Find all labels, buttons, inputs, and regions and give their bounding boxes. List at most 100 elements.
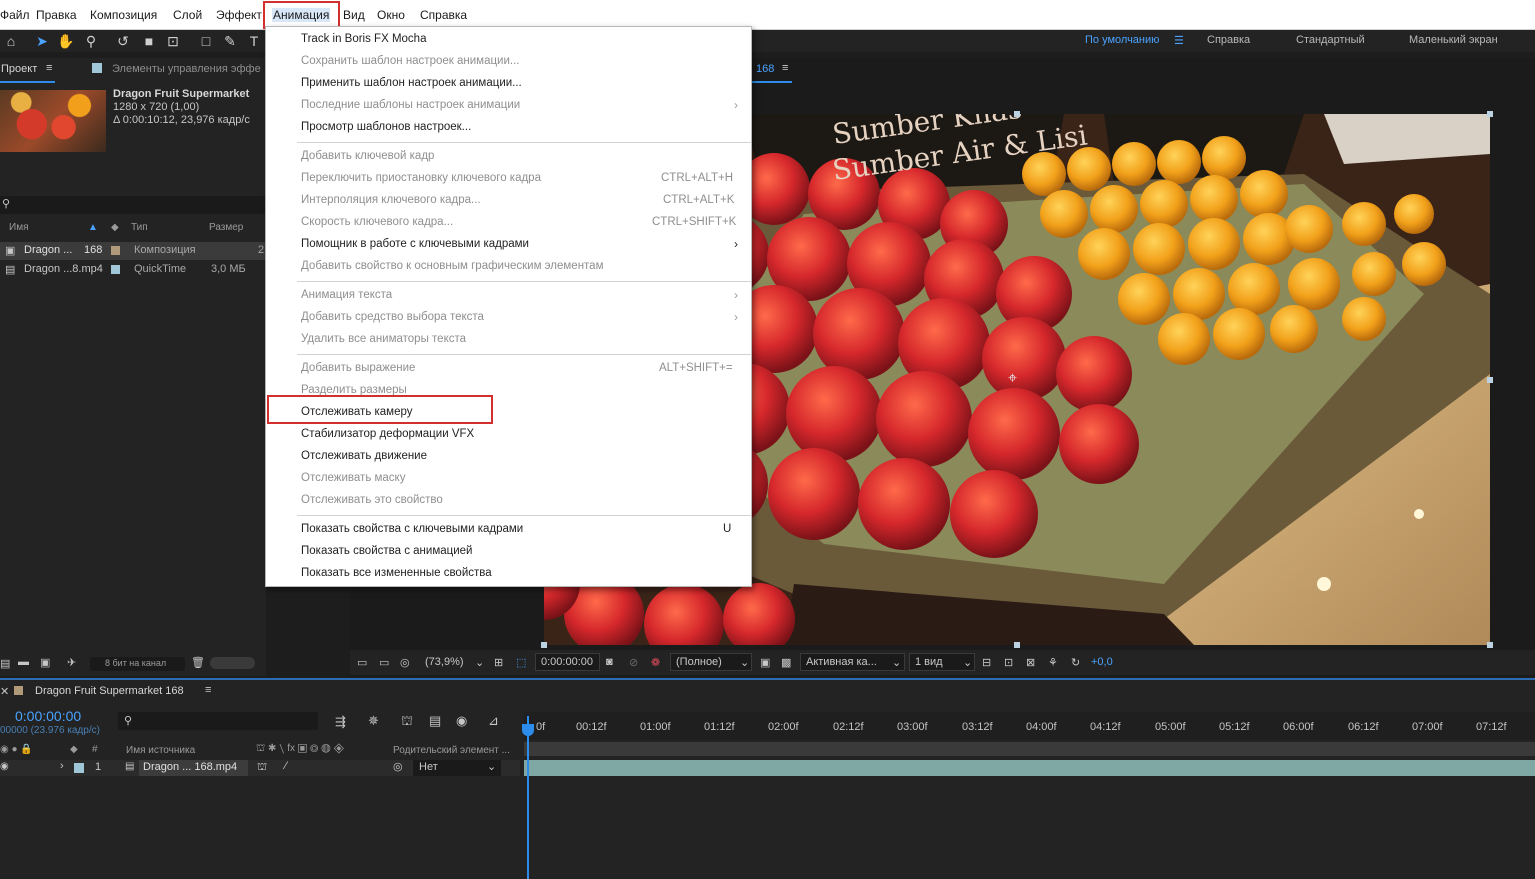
workspace-standard[interactable]: Стандартный — [1296, 34, 1365, 46]
layer-quality-icon[interactable]: ∕ — [285, 760, 287, 772]
trash-icon[interactable]: 🗑 — [191, 656, 205, 669]
motion-blur-icon[interactable]: ◉ — [456, 713, 467, 729]
workspace-menu-icon[interactable]: ☰ — [1174, 34, 1184, 47]
menu-item-track-mocha[interactable]: Track in Boris FX Mocha — [301, 33, 426, 45]
sort-arrow-icon[interactable]: ▲ — [88, 222, 98, 238]
menu-edit[interactable]: Правка — [36, 8, 77, 22]
always-preview-icon[interactable]: ▭ — [357, 656, 367, 669]
transform-handle-bottom[interactable] — [1014, 642, 1020, 648]
mask-visibility-icon[interactable]: ◎ — [400, 656, 410, 669]
menu-file[interactable]: Файл — [0, 8, 30, 22]
col-type[interactable]: Тип — [131, 222, 148, 238]
zoom-dropdown-icon[interactable]: ⌄ — [475, 656, 484, 669]
pan-behind-tool-icon[interactable]: ⊡ — [164, 32, 182, 50]
toggle-pixel-aspect-icon[interactable]: ⊟ — [982, 656, 991, 669]
menu-layer[interactable]: Слой — [173, 8, 202, 22]
new-folder-icon[interactable]: ▬ — [18, 656, 29, 668]
fast-preview-icon[interactable]: ▣ — [760, 656, 770, 669]
viewer-menu-icon[interactable]: ≡ — [782, 62, 788, 74]
flowchart-icon[interactable]: ✈ — [67, 656, 76, 669]
menu-item-add-text-selector[interactable]: Добавить средство выбора текста — [301, 311, 484, 323]
channel-icon[interactable]: ❁ — [651, 656, 660, 669]
project-search-input[interactable] — [0, 196, 266, 214]
zoom-tool-icon[interactable]: ⚲ — [82, 32, 100, 50]
col-size[interactable]: Размер — [209, 222, 243, 238]
menu-item-warp-stabilizer[interactable]: Стабилизатор деформации VFX — [301, 428, 474, 440]
transform-handle-top-right[interactable] — [1487, 111, 1493, 117]
menu-item-animate-text[interactable]: Анимация текста — [301, 289, 392, 301]
menu-help[interactable]: Справка — [420, 8, 467, 22]
comp-link-icon[interactable]: ⊠ — [1026, 656, 1035, 669]
menu-item-track-mask[interactable]: Отслеживать маску — [301, 472, 405, 484]
menu-item-remove-text-animators[interactable]: Удалить все аниматоры текста — [301, 333, 466, 345]
draft-3d-icon[interactable]: ✵ — [368, 713, 379, 729]
region-of-interest-icon[interactable]: ⬚ — [516, 656, 526, 669]
menu-item-apply-preset[interactable]: Применить шаблон настроек анимации... — [301, 77, 522, 89]
zoom-value[interactable]: (73,9%) — [425, 656, 464, 668]
menu-item-reveal-modified[interactable]: Показать все измененные свойства — [301, 567, 492, 579]
menu-view[interactable]: Вид — [343, 8, 365, 22]
row1-name[interactable]: Dragon ... — [24, 244, 72, 256]
row1-label-color[interactable] — [111, 246, 120, 255]
layer-label-color[interactable] — [74, 763, 84, 773]
menu-window[interactable]: Окно — [377, 8, 405, 22]
menu-effect[interactable]: Эффект — [216, 8, 262, 22]
rectangle-tool-icon[interactable]: □ — [197, 32, 215, 50]
playhead-handle[interactable] — [522, 724, 534, 736]
layer-visibility-icon[interactable]: ◉ — [0, 761, 9, 772]
menu-composition[interactable]: Композиция — [90, 8, 157, 22]
work-area-bar[interactable] — [524, 742, 1535, 756]
show-snapshot-icon[interactable]: ⊘ — [629, 656, 638, 669]
col-parent[interactable]: Родительский элемент ... — [393, 745, 510, 756]
grid-icon[interactable]: ⊞ — [494, 656, 503, 669]
layer-duration-bar[interactable] — [524, 760, 1535, 776]
pen-tool-icon[interactable]: ✎ — [221, 32, 239, 50]
workspace-help[interactable]: Справка — [1207, 34, 1250, 46]
menu-item-browse-presets[interactable]: Просмотр шаблонов настроек... — [301, 121, 471, 133]
timeline-menu-icon[interactable]: ≡ — [205, 684, 211, 696]
menu-item-keyframe-velocity[interactable]: Скорость ключевого кадра... — [301, 216, 453, 228]
col-name[interactable]: Имя — [9, 222, 28, 238]
timeline-current-time[interactable]: 0:00:00:00 — [15, 708, 81, 724]
exposure-value[interactable]: +0,0 — [1091, 656, 1113, 668]
layer-expand-icon[interactable]: › — [60, 760, 64, 772]
transform-handle-bottom-left[interactable] — [541, 642, 547, 648]
monitor-icon[interactable]: ▭ — [379, 656, 389, 669]
transform-handle-top[interactable] — [1014, 111, 1020, 117]
layer-shy-icon[interactable]: ⛫ — [257, 761, 267, 775]
menu-item-add-keyframe[interactable]: Добавить ключевой кадр — [301, 150, 434, 162]
menu-item-track-motion[interactable]: Отслеживать движение — [301, 450, 427, 462]
hand-tool-icon[interactable]: ✋ — [57, 32, 75, 50]
workspace-default[interactable]: По умолчанию — [1085, 34, 1159, 46]
menu-item-add-expression[interactable]: Добавить выражение — [301, 362, 415, 374]
camera-tool-icon[interactable]: ■ — [140, 32, 158, 50]
menu-item-save-preset[interactable]: Сохранить шаблон настроек анимации... — [301, 55, 519, 67]
text-tool-icon[interactable]: T — [245, 32, 263, 50]
composition-mini-flowchart-icon[interactable]: ⇶ — [335, 714, 346, 730]
new-comp-icon[interactable]: ▣ — [40, 656, 50, 669]
graph-editor-icon[interactable]: ⊿ — [488, 713, 499, 729]
transparency-grid-icon[interactable]: ▩ — [781, 656, 791, 669]
menu-item-add-essential-graphics[interactable]: Добавить свойство к основным графическим… — [301, 260, 603, 272]
col-source-name[interactable]: Имя источника — [126, 745, 195, 756]
row2-label-color[interactable] — [111, 265, 120, 274]
panel-menu-icon[interactable]: ≡ — [46, 62, 52, 74]
home-icon[interactable]: ⌂ — [2, 32, 20, 50]
selection-tool-icon[interactable]: ➤ — [33, 32, 51, 50]
snapshot-icon[interactable]: ◙ — [606, 656, 613, 668]
tab-project[interactable]: Проект — [1, 63, 37, 75]
timeline-link-icon[interactable]: ⊡ — [1004, 656, 1013, 669]
menu-item-reveal-keyframed[interactable]: Показать свойства с ключевыми кадрами — [301, 523, 523, 535]
shy-layers-icon[interactable]: ⛫ — [401, 713, 413, 731]
row2-name[interactable]: Dragon ...8.mp4 — [24, 263, 103, 275]
flowchart-view-icon[interactable]: ⚘ — [1048, 656, 1058, 669]
workspace-small-screen[interactable]: Маленький экран — [1409, 34, 1498, 46]
rotate-tool-icon[interactable]: ↺ — [114, 32, 132, 50]
menu-item-keyframe-interpolation[interactable]: Интерполяция ключевого кадра... — [301, 194, 481, 206]
viewer-tab-number[interactable]: 168 — [756, 63, 774, 75]
reset-exposure-icon[interactable]: ↻ — [1071, 656, 1080, 669]
thumbnail-size-slider[interactable] — [210, 657, 255, 669]
transform-handle-bottom-right[interactable] — [1487, 642, 1493, 648]
menu-item-keyframe-assistant[interactable]: Помощник в работе с ключевыми кадрами — [301, 238, 529, 250]
menu-item-reveal-animation[interactable]: Показать свойства с анимацией — [301, 545, 472, 557]
